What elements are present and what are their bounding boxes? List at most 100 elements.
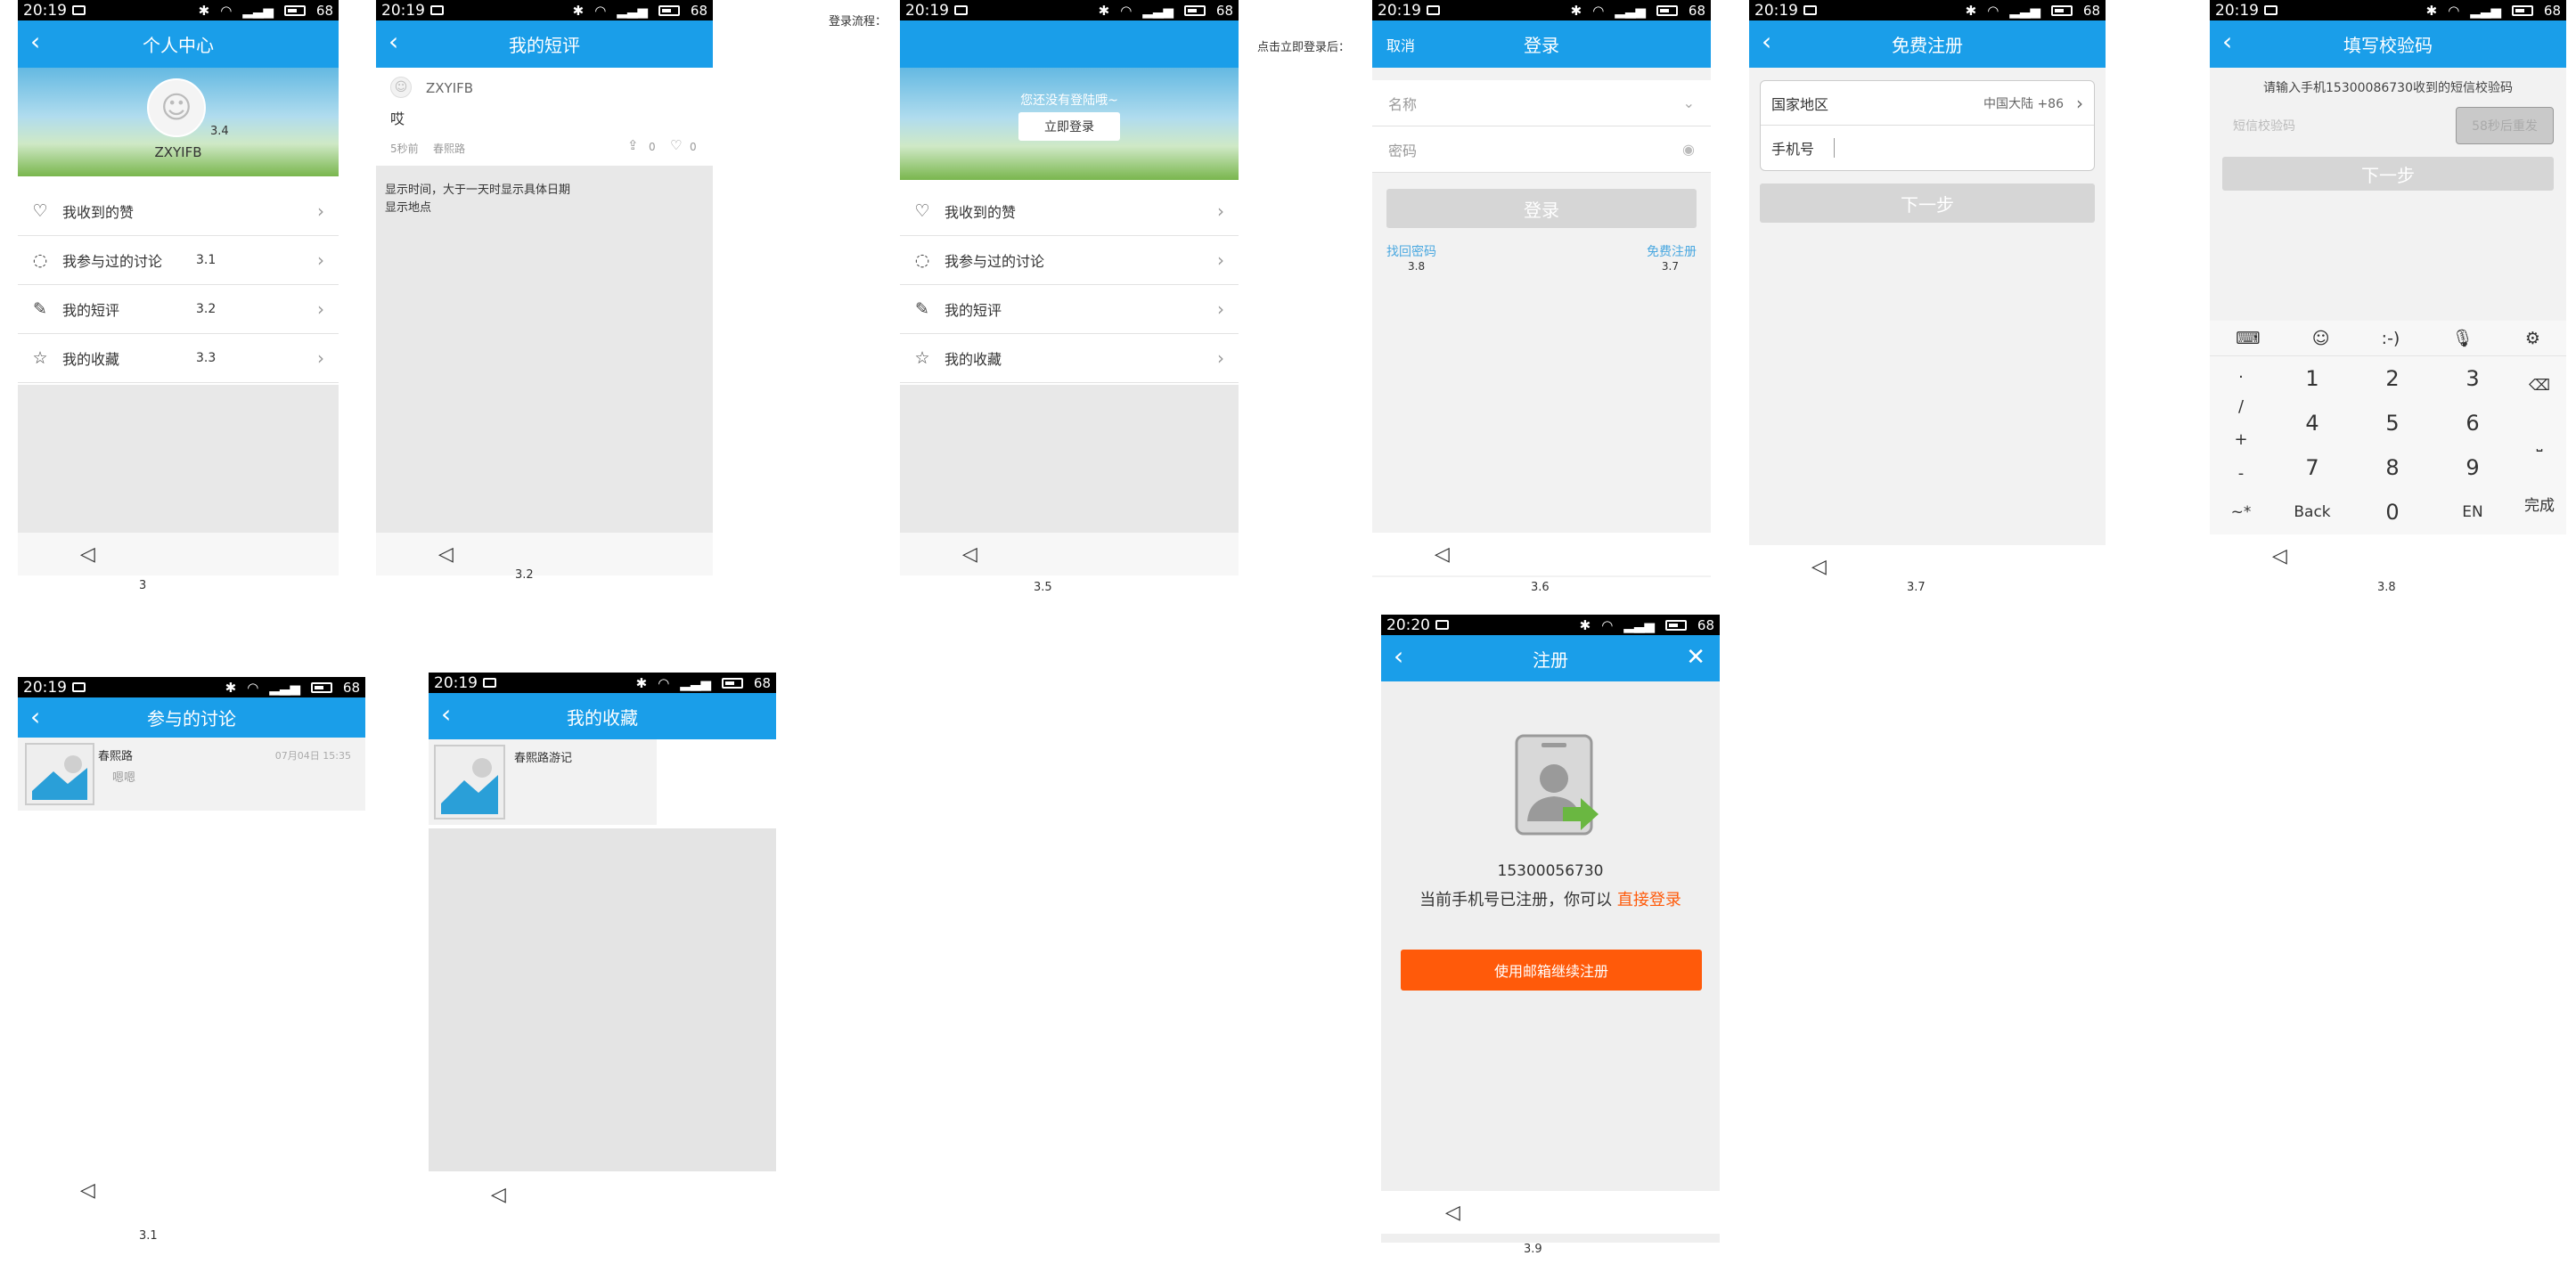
nav-back-icon[interactable]: ◁: [1445, 1202, 1460, 1224]
discussion-text: 嗯嗯: [112, 771, 136, 785]
nav-back-icon[interactable]: ◁: [962, 543, 977, 566]
microphone-icon[interactable]: 🎙: [2452, 328, 2474, 348]
nav-back-icon[interactable]: ◁: [80, 1179, 95, 1202]
status-bar: 20:19 ✱ ◠ ▂▃▅ 68: [18, 0, 339, 20]
action-column: ⌫ ⎵ 完成: [2513, 356, 2566, 534]
nav-back-icon[interactable]: ◁: [1435, 543, 1450, 566]
nav-bar: ◁: [376, 533, 713, 575]
back-icon[interactable]: ‹: [1762, 29, 1771, 54]
wifi-icon: ◠: [658, 674, 670, 691]
caption-3-2: 3.2: [515, 568, 534, 582]
favorite-item[interactable]: 春熙路游记: [429, 739, 657, 825]
nav-back-icon[interactable]: ◁: [1811, 556, 1827, 578]
done-key[interactable]: 完成: [2524, 493, 2555, 515]
emoji-icon[interactable]: ☺: [2312, 329, 2330, 348]
register-ref: 3.7: [1661, 260, 1679, 273]
menu-item-reviews[interactable]: ✎ 我的短评 ›: [900, 285, 1239, 334]
menu-item-likes[interactable]: ♡ 我收到的赞 ›: [900, 187, 1239, 236]
login-button[interactable]: 登录: [1386, 189, 1697, 228]
key-2[interactable]: 2: [2352, 356, 2433, 401]
back-icon[interactable]: ‹: [30, 29, 40, 54]
next-button[interactable]: 下一步: [2222, 157, 2554, 191]
empty-area: [18, 385, 339, 533]
register-link[interactable]: 免费注册: [1647, 242, 1697, 260]
key-1[interactable]: 1: [2272, 356, 2352, 401]
menu-item-favorites[interactable]: ☆ 我的收藏 ›: [900, 334, 1239, 383]
key-4[interactable]: 4: [2272, 401, 2352, 445]
key-7[interactable]: 7: [2272, 445, 2352, 490]
back-icon[interactable]: ‹: [2222, 29, 2232, 54]
next-button[interactable]: 下一步: [1760, 183, 2095, 223]
cancel-button[interactable]: 取消: [1386, 34, 1415, 55]
keyboard-icon[interactable]: ⌨: [2236, 329, 2260, 348]
nav-back-icon[interactable]: ◁: [491, 1184, 506, 1206]
discussion-item[interactable]: 春熙路 07月04日 15:35 嗯嗯: [18, 738, 365, 811]
menu-item-discussions[interactable]: ◌ 我参与过的讨论 ›: [900, 236, 1239, 285]
review-time: 5秒前: [390, 143, 419, 155]
menu-item-reviews[interactable]: ✎ 我的短评 3.2 ›: [18, 285, 339, 334]
bluetooth-icon: ✱: [198, 2, 210, 19]
back-icon[interactable]: ‹: [388, 29, 398, 54]
nav-bar: ◁: [1749, 545, 2106, 588]
battery-icon: [2511, 4, 2533, 16]
settings-icon[interactable]: ⚙: [2525, 329, 2540, 348]
key-9[interactable]: 9: [2433, 445, 2513, 490]
key-3[interactable]: 3: [2433, 356, 2513, 401]
key-symbols[interactable]: ~*: [2210, 490, 2272, 534]
user-card-icon: [1511, 732, 1600, 839]
eye-icon[interactable]: ◉: [1682, 141, 1695, 158]
key-en[interactable]: EN: [2433, 490, 2513, 534]
nav-back-icon[interactable]: ◁: [2272, 545, 2287, 567]
close-icon[interactable]: ✕: [1686, 646, 1705, 669]
status-bar: 20:19 ✱ ◠ ▂▃▅ 68: [1372, 0, 1711, 20]
caption-3-6: 3.6: [1531, 581, 1550, 594]
resend-button[interactable]: 58秒后重发: [2456, 107, 2554, 144]
share-icon[interactable]: ⇪: [627, 137, 639, 153]
screen-verify-code: 20:19 ✱ ◠ ▂▃▅ 68 ‹ 填写校验码 请输入手机15300086730收到的短…: [2210, 0, 2566, 577]
chevron-down-icon[interactable]: ⌄: [1683, 94, 1695, 111]
review-item[interactable]: ☺ ZXYIFB 哎 5秒前 春熙路 ⇪ 0 ♡ 0: [376, 68, 713, 166]
nav-back-icon[interactable]: ◁: [438, 543, 454, 566]
caption-3-7: 3.7: [1907, 581, 1926, 594]
key-minus[interactable]: -: [2238, 464, 2245, 483]
login-now-button[interactable]: 立即登录: [1018, 112, 1120, 141]
key-8[interactable]: 8: [2352, 445, 2433, 490]
key-0[interactable]: 0: [2352, 490, 2433, 534]
key-plus[interactable]: +: [2234, 430, 2247, 449]
star-icon: ☆: [914, 348, 930, 368]
key-back[interactable]: Back: [2272, 490, 2352, 534]
key-6[interactable]: 6: [2433, 401, 2513, 445]
empty-area: [900, 385, 1239, 533]
key-dot[interactable]: .: [2238, 363, 2244, 382]
password-field[interactable]: 密码 ◉: [1372, 126, 1711, 173]
header: ‹ 我的短评: [376, 20, 713, 68]
name-field[interactable]: 名称 ⌄: [1372, 80, 1711, 126]
key-slash[interactable]: /: [2238, 397, 2244, 416]
screen-personal-center: 20:19 ✱ ◠ ▂▃▅ 68 ‹ 个人中心 ☺ 3.4 ZXYIFB ♡ 我收到的赞 › …: [18, 0, 339, 577]
menu-item-discussions[interactable]: ◌ 我参与过的讨论 3.1 ›: [18, 236, 339, 285]
direct-login-link[interactable]: 直接登录: [1617, 891, 1681, 909]
phone-field[interactable]: 手机号: [1761, 126, 2094, 170]
wifi-icon: ◠: [2448, 2, 2460, 19]
back-icon[interactable]: ‹: [1394, 644, 1403, 669]
like-icon[interactable]: ♡: [670, 137, 682, 153]
nav-back-icon[interactable]: ◁: [80, 543, 95, 566]
email-register-button[interactable]: 使用邮箱继续注册: [1401, 950, 1702, 991]
delete-key-icon[interactable]: ⌫: [2529, 377, 2550, 395]
forgot-password-link[interactable]: 找回密码: [1386, 242, 1436, 260]
back-icon[interactable]: ‹: [30, 705, 40, 730]
back-icon[interactable]: ‹: [441, 702, 451, 727]
region-row[interactable]: 国家地区 中国大陆 +86 ›: [1761, 81, 2094, 126]
image-icon: [2264, 5, 2278, 15]
menu-item-likes[interactable]: ♡ 我收到的赞 ›: [18, 187, 339, 236]
emoticon-icon[interactable]: :-): [2382, 329, 2400, 348]
discussion-name: 春熙路: [98, 750, 134, 763]
nav-bar: ◁: [429, 1173, 776, 1216]
space-key-icon[interactable]: ⎵: [2537, 435, 2543, 453]
battery-icon: [1664, 619, 1687, 631]
image-icon: [430, 5, 444, 15]
menu-item-favorites[interactable]: ☆ 我的收藏 3.3 ›: [18, 334, 339, 383]
code-input[interactable]: 短信校验码: [2233, 117, 2295, 135]
key-5[interactable]: 5: [2352, 401, 2433, 445]
avatar[interactable]: ☺: [147, 78, 206, 137]
